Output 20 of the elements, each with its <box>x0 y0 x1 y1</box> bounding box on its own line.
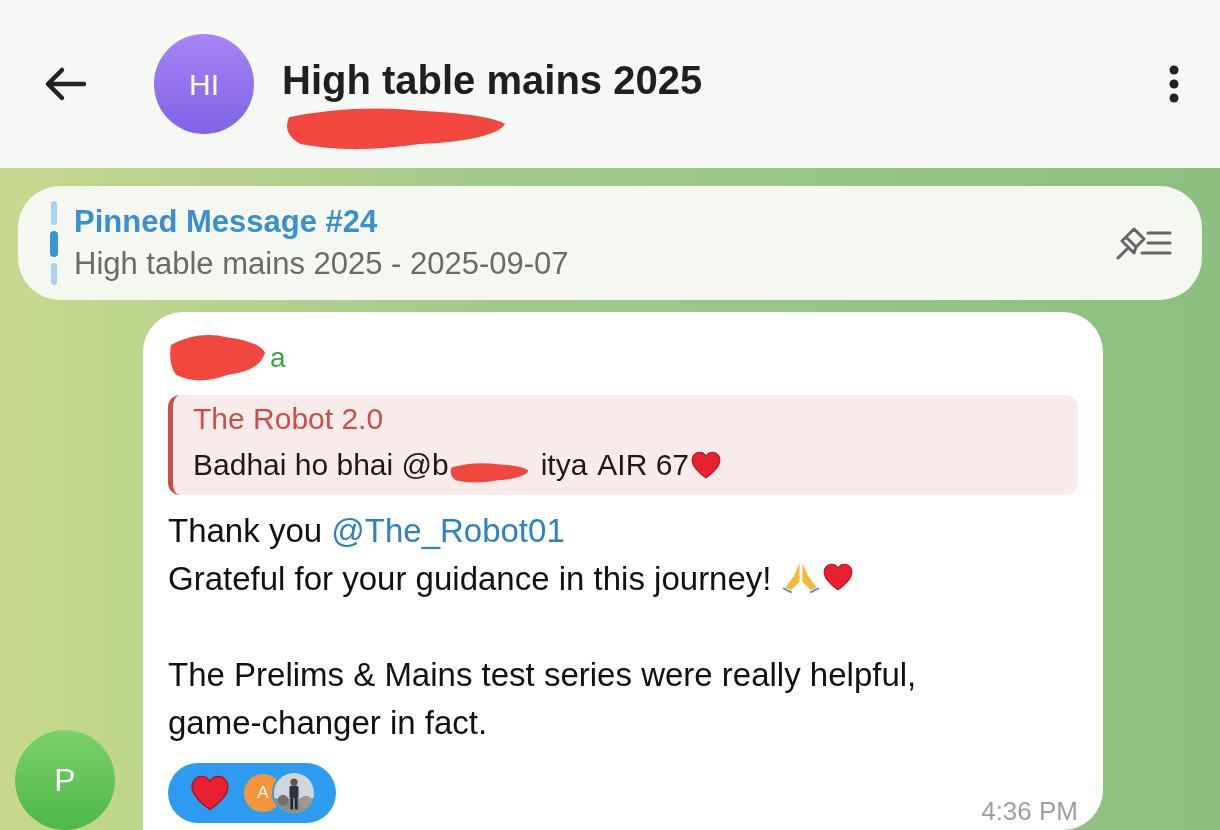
pinned-message-bar[interactable]: Pinned Message #24 High table mains 2025 - 2025-09-07 <box>18 186 1202 300</box>
reply-text: itya <box>540 447 588 483</box>
pinned-list-icon[interactable] <box>1114 225 1172 261</box>
message-text: Grateful for your guidance in this journey! <box>168 560 773 597</box>
message-time: 4:36 PM <box>981 795 1078 828</box>
message-text: The Prelims & Mains test series were really helpful, game-changer in fact. <box>168 656 917 741</box>
sender-name: a <box>270 341 286 375</box>
pinned-text: High table mains 2025 - 2025-09-07 <box>74 245 569 283</box>
reply-text: AIR 67 <box>597 447 690 483</box>
reaction-pill[interactable]: A <box>168 763 336 823</box>
more-options-icon[interactable] <box>1168 64 1180 104</box>
reply-author: The Robot 2.0 <box>193 401 385 437</box>
reply-text: Badhai ho bhai @b <box>193 447 449 483</box>
message-text: Thank you <box>168 512 324 549</box>
reply-quote[interactable]: The Robot 2.0 Badhai ho bhai @b itya AIR 67 <box>168 395 1078 495</box>
group-avatar[interactable]: HI <box>154 34 254 134</box>
chat-title: High table mains 2025 <box>282 57 703 104</box>
sender-avatar[interactable]: P <box>15 730 115 830</box>
pinned-title: Pinned Message #24 <box>74 203 379 241</box>
mention-link[interactable]: @The_Robot01 <box>331 512 565 549</box>
